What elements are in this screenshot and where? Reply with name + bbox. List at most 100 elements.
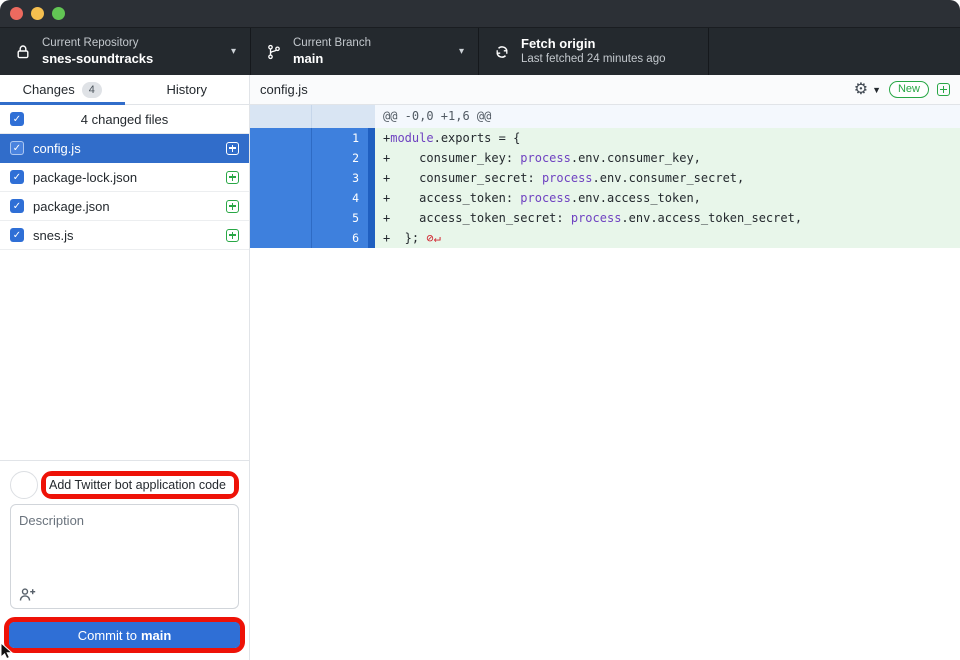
no-newline-marker: ⊘↵ [419,231,441,245]
new-file-badge: New [889,81,929,98]
commit-summary-input[interactable] [46,476,234,494]
code-segment: + consumer_secret: [383,171,542,185]
added-line-strip [368,228,375,248]
code-text: + consumer_key: process.env.consumer_key… [375,148,960,168]
code-segment: .env.access_token, [571,191,701,205]
sync-icon [493,44,511,60]
commit-button[interactable]: Commit to main [9,622,240,648]
tab-changes[interactable]: Changes 4 [0,75,125,104]
annotation-highlight-summary [41,471,239,499]
toolbar: Current Repository snes-soundtracks ▾ Cu… [0,28,960,75]
tab-history[interactable]: History [125,75,250,104]
person-plus-icon [19,587,36,602]
branch-label: Current Branch [293,36,371,50]
diff-added-line[interactable]: 3 + consumer_secret: process.env.consumer… [250,168,960,188]
code-segment: process [520,191,571,205]
minimize-window-button[interactable] [31,7,44,20]
new-line-number: 5 [312,208,368,228]
annotation-highlight-commit-button: Commit to main [4,617,245,653]
fetch-title: Fetch origin [521,36,666,52]
chevron-down-icon: ▾ [223,46,236,57]
diff-added-line[interactable]: 6+ }; ⊘↵ [250,228,960,248]
commit-button-branch: main [141,628,171,643]
hunk-header-text: @@ -0,0 +1,6 @@ [375,105,960,128]
new-line-number: 3 [312,168,368,188]
main-area: Changes 4 History ✓ 4 changed files ✓ con… [0,75,960,660]
fetch-text: Fetch origin Last fetched 24 minutes ago [521,36,666,67]
added-file-icon [226,171,239,184]
diff-options-button[interactable]: ⚙ ▼ [854,82,881,98]
fetch-subtitle: Last fetched 24 minutes ago [521,52,666,66]
add-coauthor-button[interactable] [19,587,36,602]
mouse-cursor [0,643,14,660]
tab-history-label: History [167,82,207,97]
old-line-number-gutter [250,168,312,188]
diff-added-line[interactable]: 5 + access_token_secret: process.env.acce… [250,208,960,228]
select-all-row: ✓ 4 changed files [0,105,249,134]
added-line-strip [368,188,375,208]
commit-summary-row [10,471,239,499]
added-file-icon [937,83,950,96]
hunk-gutter [250,105,368,128]
commit-description-box [10,504,239,609]
code-segment: .env.consumer_secret, [593,171,745,185]
branch-text: Current Branch main [293,36,371,67]
code-segment: .exports = { [434,131,521,145]
file-list-empty-space [0,250,249,460]
code-text: + access_token_secret: process.env.acces… [375,208,960,228]
code-segment: process [571,211,622,225]
diff-file-title: config.js [260,82,308,97]
added-file-icon [226,200,239,213]
code-segment: module [390,131,433,145]
added-file-icon [226,142,239,155]
code-text: + consumer_secret: process.env.consumer_… [375,168,960,188]
code-segment: + access_token_secret: [383,211,571,225]
hunk-header-row: @@ -0,0 +1,6 @@ [250,105,960,128]
file-include-checkbox[interactable]: ✓ [10,199,24,213]
sidebar-tabbar: Changes 4 History [0,75,249,105]
chevron-down-icon: ▼ [872,85,881,95]
zoom-window-button[interactable] [52,7,65,20]
close-window-button[interactable] [10,7,23,20]
avatar [10,471,38,499]
new-line-number: 1 [312,128,368,148]
file-row[interactable]: ✓ package.json [0,192,249,221]
added-file-icon [226,229,239,242]
diff-added-line[interactable]: 1 +module.exports = { [250,128,960,148]
branch-icon [265,44,283,60]
app-window: Current Repository snes-soundtracks ▾ Cu… [0,0,960,660]
file-row[interactable]: ✓ snes.js [0,221,249,250]
file-name: snes.js [33,228,226,243]
window-controls [10,7,65,20]
file-name: config.js [33,141,226,156]
repository-name: snes-soundtracks [42,51,153,67]
diff-pane: config.js ⚙ ▼ New @@ -0,0 +1,6 @@ 1 +modu… [250,75,960,660]
diff-added-line[interactable]: 4+ access_token: process.env.access_toke… [250,188,960,208]
repository-text: Current Repository snes-soundtracks [42,36,153,67]
code-segment: + }; [383,231,419,245]
code-segment: + consumer_key: [383,151,520,165]
commit-description-input[interactable] [11,505,238,577]
file-name: package.json [33,199,226,214]
lock-icon [14,44,32,60]
old-line-number-gutter [250,228,312,248]
file-include-checkbox[interactable]: ✓ [10,170,24,184]
current-repository-selector[interactable]: Current Repository snes-soundtracks ▾ [0,28,250,75]
file-list: ✓config.js✓package-lock.json✓package.jso… [0,134,249,250]
commit-button-prefix: Commit to [78,628,137,643]
select-all-checkbox[interactable]: ✓ [10,112,24,126]
file-include-checkbox[interactable]: ✓ [10,228,24,242]
file-row[interactable]: ✓ config.js [0,134,249,163]
current-branch-selector[interactable]: Current Branch main ▾ [250,28,478,75]
code-text: +module.exports = { [375,128,960,148]
diff-added-line[interactable]: 2+ consumer_key: process.env.consumer_ke… [250,148,960,168]
diff-lines: 1 +module.exports = {2+ consumer_key: pro… [250,128,960,248]
sidebar: Changes 4 History ✓ 4 changed files ✓ con… [0,75,250,660]
diff-header-actions: ⚙ ▼ New [854,81,950,98]
file-include-checkbox[interactable]: ✓ [10,141,24,155]
code-text: + }; ⊘↵ [375,228,960,248]
fetch-origin-button[interactable]: Fetch origin Last fetched 24 minutes ago [478,28,709,75]
file-row[interactable]: ✓package-lock.json [0,163,249,192]
old-line-number-gutter [250,128,312,148]
diff-body: @@ -0,0 +1,6 @@ 1 +module.exports = {2+ c… [250,105,960,660]
